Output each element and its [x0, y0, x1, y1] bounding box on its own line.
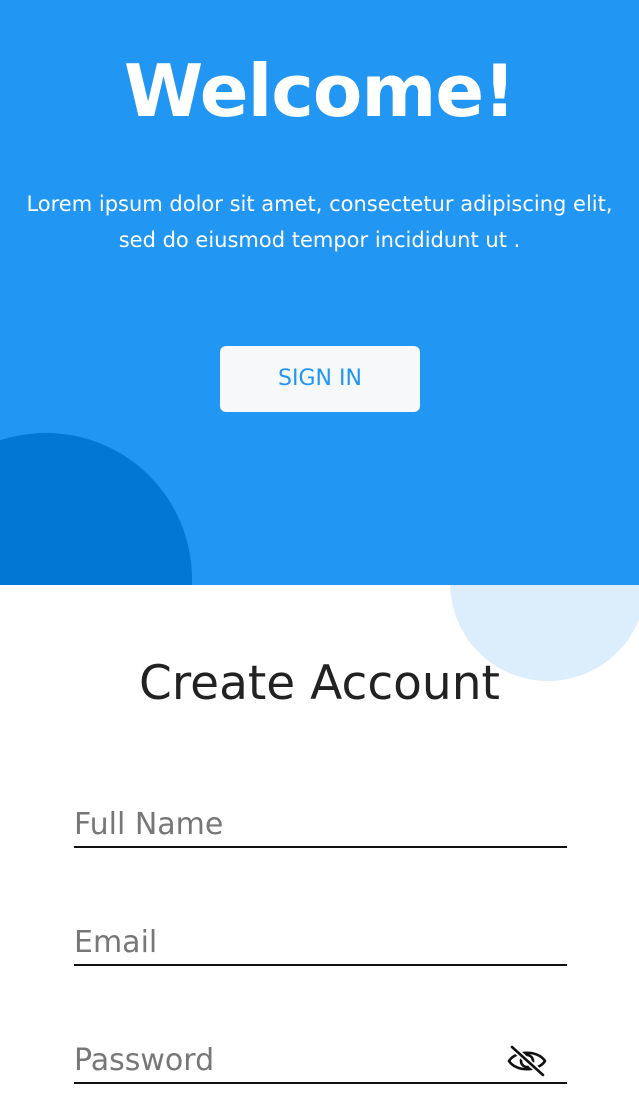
welcome-title: Welcome!	[123, 49, 516, 133]
email-field	[74, 920, 567, 966]
password-field	[74, 1038, 567, 1084]
create-account-title: Create Account	[139, 656, 500, 711]
full-name-input[interactable]	[74, 802, 504, 846]
eye-off-icon[interactable]	[507, 1044, 547, 1078]
full-name-field	[74, 802, 567, 848]
decorative-circle	[0, 433, 192, 585]
welcome-description: Lorem ipsum dolor sit amet, consectetur …	[26, 192, 613, 252]
email-input[interactable]	[74, 920, 504, 964]
password-input[interactable]	[74, 1038, 504, 1082]
sign-in-button[interactable]: SIGN IN	[220, 346, 420, 412]
welcome-panel: Welcome! Lorem ipsum dolor sit amet, con…	[0, 0, 639, 585]
